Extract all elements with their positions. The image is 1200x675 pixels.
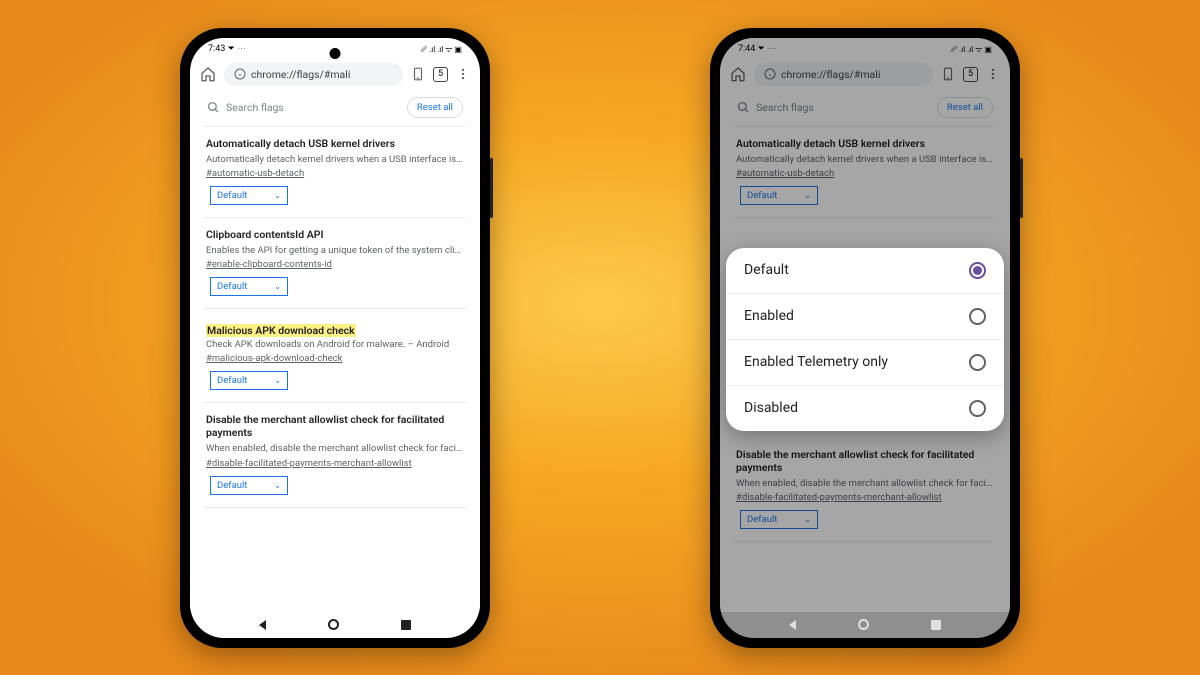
flag-select-dropdown[interactable]: Default⌄: [740, 186, 818, 205]
option-label: Enabled: [744, 308, 794, 324]
chevron-down-icon: ⌄: [274, 481, 281, 490]
chevron-down-icon: ⌄: [274, 191, 281, 200]
option-label: Default: [744, 262, 789, 278]
flag-desc: When enabled, disable the merchant allow…: [736, 477, 994, 490]
flag-item: Automatically detach USB kernel drivers …: [734, 127, 996, 218]
url-field[interactable]: chrome://flags/#mali: [754, 63, 933, 86]
flag-title: Automatically detach USB kernel drivers: [206, 137, 464, 150]
chevron-down-icon: ⌄: [274, 376, 281, 385]
flag-item-merchant-allowlist: Disable the merchant allowlist check for…: [204, 403, 466, 507]
camera-notch: [330, 48, 341, 59]
recents-button-icon[interactable]: [401, 620, 411, 630]
flag-title: Disable the merchant allowlist check for…: [736, 448, 994, 474]
radio-icon: [969, 308, 986, 325]
flag-desc: Enables the API for getting a unique tok…: [206, 244, 464, 257]
url-text: chrome://flags/#mali: [781, 68, 880, 81]
option-disabled[interactable]: Disabled: [726, 386, 1004, 431]
radio-icon: [969, 354, 986, 371]
option-enabled[interactable]: Enabled: [726, 294, 1004, 340]
status-bar: 7:44 ⏷ ⋯ ␥ .ıl .ıl ᯤ ▣: [720, 38, 1010, 58]
home-button-icon[interactable]: [328, 619, 339, 630]
option-default[interactable]: Default: [726, 248, 1004, 294]
status-extras: ⏷ ⋯: [758, 44, 776, 54]
phone-right: 7:44 ⏷ ⋯ ␥ .ıl .ıl ᯤ ▣ chrome://flags/#m…: [710, 28, 1020, 648]
chevron-down-icon: ⌄: [804, 191, 811, 200]
search-icon: [737, 101, 750, 114]
flag-title: Automatically detach USB kernel drivers: [736, 137, 994, 150]
nav-bar: [720, 612, 1010, 638]
flag-title: Disable the merchant allowlist check for…: [206, 413, 464, 439]
flag-options-popup: Default Enabled Enabled Telemetry only D…: [726, 248, 1004, 431]
flag-select-dropdown[interactable]: Default⌄: [210, 277, 288, 296]
flag-anchor-link[interactable]: #automatic-usb-detach: [206, 168, 464, 179]
flag-desc: Automatically detach kernel drivers when…: [736, 153, 994, 166]
flag-title: Clipboard contentsId API: [206, 228, 464, 241]
back-button-icon[interactable]: [789, 620, 796, 630]
status-network: ␥ .ıl .ıl ᯤ ▣: [951, 44, 992, 55]
flag-select-dropdown[interactable]: Default⌄: [210, 186, 288, 205]
radio-icon: [969, 400, 986, 417]
clock: 7:44: [738, 44, 755, 54]
option-enabled-telemetry[interactable]: Enabled Telemetry only: [726, 340, 1004, 386]
clock: 7:43: [208, 44, 225, 54]
radio-selected-icon: [969, 262, 986, 279]
home-icon[interactable]: [200, 66, 216, 82]
option-label: Disabled: [744, 400, 798, 416]
flag-select-dropdown[interactable]: Default⌄: [210, 371, 288, 390]
flag-anchor-link[interactable]: #automatic-usb-detach: [736, 168, 994, 179]
reset-all-button[interactable]: Reset all: [937, 97, 993, 118]
chevron-down-icon: ⌄: [804, 515, 811, 524]
status-network: ␥ .ıl .ıl ᯤ ▣: [421, 44, 462, 55]
search-input[interactable]: Search flags: [226, 101, 284, 114]
flag-title-highlighted: Malicious APK download check: [206, 324, 356, 337]
info-icon: [234, 68, 246, 80]
home-icon[interactable]: [730, 66, 746, 82]
flag-item-malicious-apk: Malicious APK download check Check APK d…: [204, 309, 466, 403]
flag-anchor-link[interactable]: #enable-clipboard-contents-id: [206, 259, 464, 270]
flag-select-dropdown[interactable]: Default⌄: [210, 476, 288, 495]
address-bar: chrome://flags/#mali 5: [190, 58, 480, 91]
page-content: Search flags Reset all Automatically det…: [190, 91, 480, 612]
flag-select-dropdown[interactable]: Default⌄: [740, 510, 818, 529]
flag-item: Disable the merchant allowlist check for…: [734, 438, 996, 542]
flag-anchor-link[interactable]: #disable-facilitated-payments-merchant-a…: [736, 492, 994, 503]
nav-bar: [190, 612, 480, 638]
flag-anchor-link[interactable]: #malicious-apk-download-check: [206, 353, 464, 364]
tab-count-button[interactable]: 5: [963, 67, 978, 82]
flag-desc: When enabled, disable the merchant allow…: [206, 442, 464, 455]
back-button-icon[interactable]: [259, 620, 266, 630]
reset-all-button[interactable]: Reset all: [407, 97, 463, 118]
flag-anchor-link[interactable]: #disable-facilitated-payments-merchant-a…: [206, 458, 464, 469]
option-label: Enabled Telemetry only: [744, 354, 888, 370]
send-to-device-icon[interactable]: [411, 67, 425, 81]
address-bar: chrome://flags/#mali 5: [720, 58, 1010, 91]
tab-count-button[interactable]: 5: [433, 67, 448, 82]
url-text: chrome://flags/#mali: [251, 68, 350, 81]
kebab-menu-icon[interactable]: [986, 67, 1000, 81]
search-input[interactable]: Search flags: [756, 101, 814, 114]
kebab-menu-icon[interactable]: [456, 67, 470, 81]
phone-left: 7:43 ⏷ ⋯ ␥ .ıl .ıl ᯤ ▣ chrome://flags/#m…: [180, 28, 490, 648]
url-field[interactable]: chrome://flags/#mali: [224, 63, 403, 86]
flag-item-usb-detach: Automatically detach USB kernel drivers …: [204, 127, 466, 218]
info-icon: [764, 68, 776, 80]
status-extras: ⏷ ⋯: [228, 44, 246, 54]
recents-button-icon[interactable]: [931, 620, 941, 630]
flag-item-clipboard: Clipboard contentsId API Enables the API…: [204, 218, 466, 309]
home-button-icon[interactable]: [858, 619, 869, 630]
flag-desc: Check APK downloads on Android for malwa…: [206, 338, 464, 351]
chevron-down-icon: ⌄: [274, 282, 281, 291]
send-to-device-icon[interactable]: [941, 67, 955, 81]
search-icon: [207, 101, 220, 114]
flag-desc: Automatically detach kernel drivers when…: [206, 153, 464, 166]
